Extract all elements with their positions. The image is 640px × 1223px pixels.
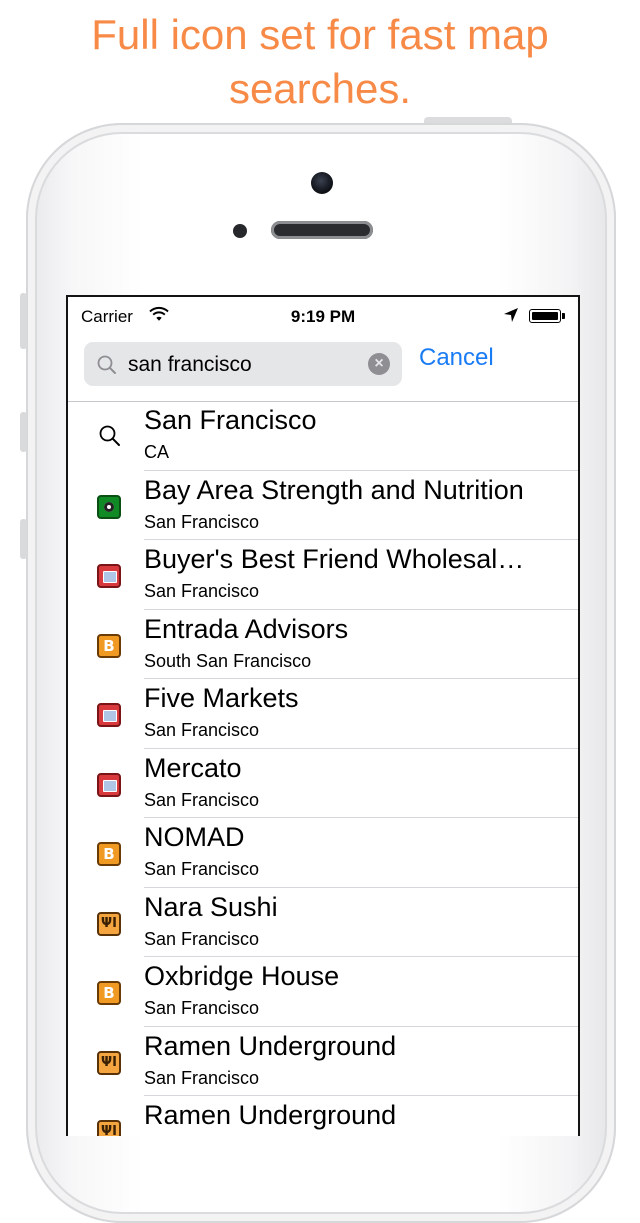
- list-item[interactable]: Mercato San Francisco: [68, 749, 578, 818]
- list-item[interactable]: Bay Area Strength and Nutrition San Fran…: [68, 471, 578, 540]
- search-bar: san francisco × Cancel: [68, 337, 578, 402]
- grocery-icon: [97, 772, 121, 797]
- list-item[interactable]: San Francisco CA: [68, 401, 578, 471]
- result-subtitle: San Francisco: [144, 720, 260, 740]
- proximity-sensor: [233, 224, 247, 238]
- result-title: Oxbridge House: [144, 961, 340, 991]
- list-item[interactable]: B Entrada Advisors South San Francisco: [68, 610, 578, 679]
- result-title: Bay Area Strength and Nutrition: [144, 474, 524, 505]
- result-subtitle: San Francisco: [144, 789, 260, 810]
- search-input[interactable]: san francisco ×: [84, 342, 402, 386]
- list-item[interactable]: B Oxbridge House San Francisco: [68, 957, 578, 1027]
- result-subtitle: CA: [144, 442, 170, 462]
- volume-down-button: [20, 519, 27, 559]
- list-item[interactable]: Five Markets San Francisco: [68, 679, 578, 749]
- result-title: Buyer's Best Friend Wholesal…: [144, 544, 525, 574]
- results-list: San Francisco CA Bay Area Strength and N…: [68, 401, 578, 1136]
- bitcoin-icon: B: [97, 842, 121, 866]
- result-title: San Francisco: [144, 405, 317, 435]
- result-title: Five Markets: [144, 683, 299, 713]
- result-title: NOMAD: [144, 822, 245, 852]
- soccer-icon: [97, 494, 121, 519]
- bitcoin-icon: B: [97, 981, 121, 1005]
- earpiece-speaker: [271, 221, 373, 239]
- result-subtitle: San Francisco: [144, 998, 260, 1018]
- search-query-text: san francisco: [128, 353, 252, 376]
- grocery-icon: [97, 703, 121, 727]
- result-subtitle: South San Francisco: [144, 650, 312, 671]
- promo-headline: Full icon set for fast map searches.: [0, 8, 640, 116]
- list-item[interactable]: B NOMAD San Francisco: [68, 818, 578, 888]
- result-title: Nara Sushi: [144, 891, 278, 922]
- result-subtitle: San Francisco: [144, 511, 260, 532]
- result-subtitle: San Francisco: [144, 1067, 260, 1088]
- result-subtitle: San Francisco: [144, 581, 260, 601]
- list-item[interactable]: ΨΙ Ramen Underground San Francisco: [68, 1027, 578, 1096]
- list-item[interactable]: Buyer's Best Friend Wholesal… San Franci…: [68, 540, 578, 610]
- mute-switch: [20, 293, 27, 349]
- result-title: Ramen Underground: [144, 1100, 397, 1130]
- headline-line-2: searches.: [228, 65, 412, 112]
- status-bar: Carrier 9:19 PM: [68, 297, 578, 337]
- headline-line-1: Full icon set for fast map: [91, 11, 549, 58]
- result-title: Entrada Advisors: [144, 613, 349, 644]
- search-icon: [97, 423, 123, 454]
- list-item[interactable]: ΨΙ Nara Sushi San Francisco: [68, 888, 578, 957]
- clock: 9:19 PM: [290, 307, 356, 326]
- restaurant-icon: ΨΙ: [97, 911, 121, 936]
- result-title: Ramen Underground: [144, 1030, 397, 1061]
- result-subtitle: San Francisco: [144, 928, 260, 949]
- battery-icon: [529, 309, 561, 323]
- grocery-icon: [97, 564, 121, 588]
- bitcoin-icon: B: [97, 633, 121, 658]
- location-arrow-icon: [503, 307, 519, 328]
- clear-text-icon[interactable]: ×: [368, 353, 390, 375]
- magnifier-icon: [96, 354, 118, 381]
- phone-screen: Carrier 9:19 PM san francisco × Cancel S…: [66, 295, 580, 1136]
- front-camera: [311, 172, 333, 194]
- volume-up-button: [20, 412, 27, 452]
- cancel-button[interactable]: Cancel: [419, 344, 494, 372]
- restaurant-icon: ΨΙ: [97, 1050, 121, 1075]
- result-subtitle: San Francisco: [144, 859, 260, 879]
- result-title: Mercato: [144, 752, 242, 783]
- battery-tip: [562, 313, 565, 319]
- restaurant-icon: ΨΙ: [97, 1120, 121, 1136]
- list-item[interactable]: ΨΙ Ramen Underground: [68, 1096, 578, 1136]
